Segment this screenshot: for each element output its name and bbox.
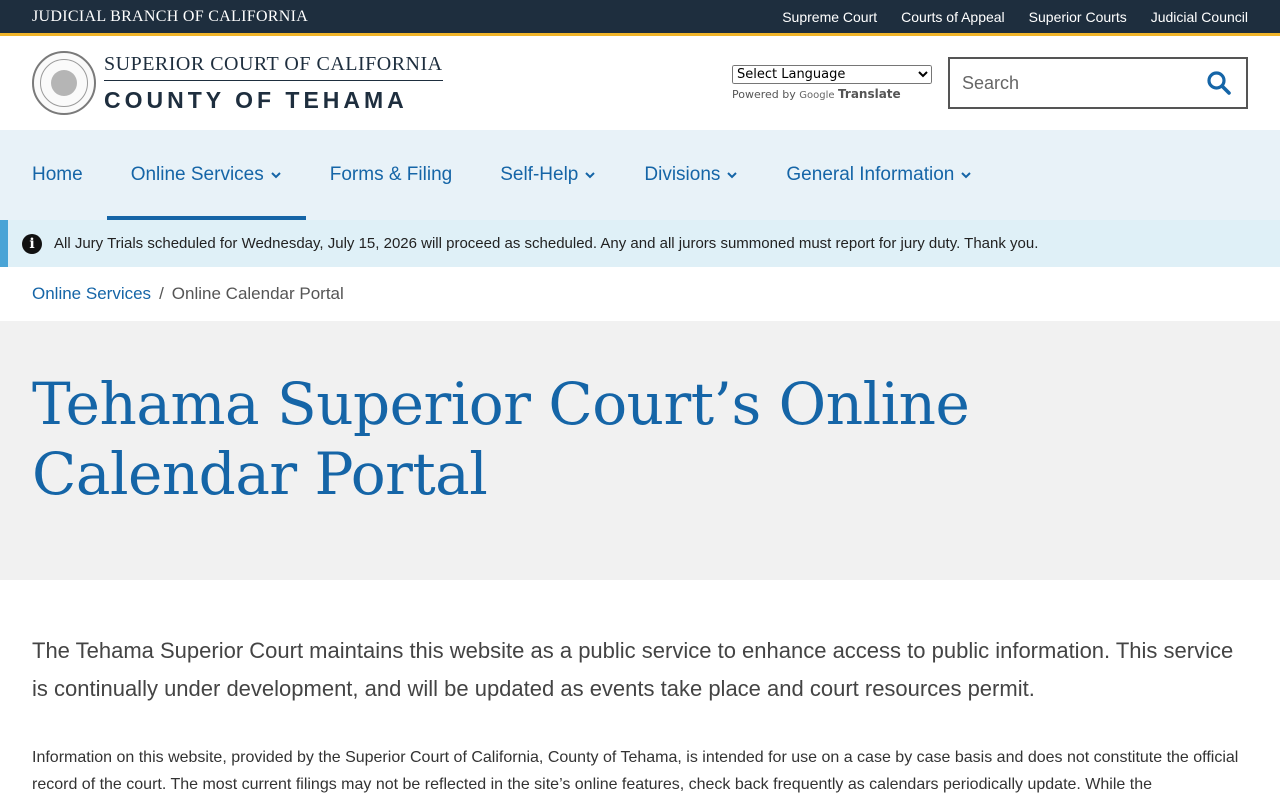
alert-banner: i All Jury Trials scheduled for Wednesda… [0, 220, 1280, 267]
main-navigation: Home Online Services Forms & Filing Self… [0, 130, 1280, 220]
nav-self-help[interactable]: Self-Help [476, 130, 620, 220]
info-icon: i [22, 233, 42, 254]
page-hero: Tehama Superior Court’s Online Calendar … [0, 321, 1280, 580]
breadcrumb-current: Online Calendar Portal [171, 284, 344, 303]
nav-general-information[interactable]: General Information [762, 130, 996, 220]
brand-line-2: COUNTY OF TEHAMA [104, 86, 408, 113]
chevron-down-icon [585, 172, 596, 179]
court-seal-logo [32, 51, 96, 115]
site-header: SUPERIOR COURT OF CALIFORNIA COUNTY OF T… [0, 36, 1280, 130]
breadcrumb: Online Services / Online Calendar Portal [0, 267, 1280, 321]
search-box [948, 57, 1248, 109]
chevron-down-icon [271, 172, 281, 179]
translate-link[interactable]: Translate [838, 87, 901, 101]
main-content: The Tehama Superior Court maintains this… [0, 580, 1280, 798]
link-supreme-court[interactable]: Supreme Court [782, 9, 877, 25]
powered-by-google: Powered by Google Translate [732, 87, 901, 101]
breadcrumb-separator: / [159, 284, 164, 303]
nav-forms-filing[interactable]: Forms & Filing [306, 130, 476, 220]
chevron-down-icon [961, 172, 972, 179]
nav-divisions[interactable]: Divisions [620, 130, 762, 220]
page-title: Tehama Superior Court’s Online Calendar … [32, 370, 970, 508]
search-input[interactable] [962, 72, 1204, 94]
header-tools: Select Language Powered by Google Transl… [732, 57, 1248, 109]
google-translate: Select Language Powered by Google Transl… [732, 65, 932, 101]
top-utility-bar: JUDICIAL BRANCH OF CALIFORNIA Supreme Co… [0, 0, 1280, 36]
search-icon [1207, 71, 1231, 95]
nav-online-services[interactable]: Online Services [106, 130, 306, 220]
search-button[interactable] [1204, 68, 1234, 98]
brand-line-1: SUPERIOR COURT OF CALIFORNIA [104, 53, 443, 81]
link-courts-of-appeal[interactable]: Courts of Appeal [901, 9, 1005, 25]
site-logo[interactable]: SUPERIOR COURT OF CALIFORNIA COUNTY OF T… [32, 51, 443, 115]
lead-paragraph: The Tehama Superior Court maintains this… [32, 638, 1234, 701]
judicial-branch-label: JUDICIAL BRANCH OF CALIFORNIA [32, 7, 309, 25]
utility-links: Supreme Court Courts of Appeal Superior … [782, 9, 1248, 25]
brand-text: SUPERIOR COURT OF CALIFORNIA COUNTY OF T… [104, 53, 443, 114]
nav-home[interactable]: Home [8, 130, 107, 220]
link-superior-courts[interactable]: Superior Courts [1029, 9, 1127, 25]
body-paragraph: Information on this website, provided by… [32, 749, 1239, 793]
breadcrumb-online-services[interactable]: Online Services [32, 284, 151, 304]
google-logo: Google [799, 90, 835, 101]
chevron-down-icon [727, 172, 738, 179]
alert-message: All Jury Trials scheduled for Wednesday,… [54, 235, 1039, 252]
language-select[interactable]: Select Language [732, 65, 932, 84]
link-judicial-council[interactable]: Judicial Council [1151, 9, 1248, 25]
